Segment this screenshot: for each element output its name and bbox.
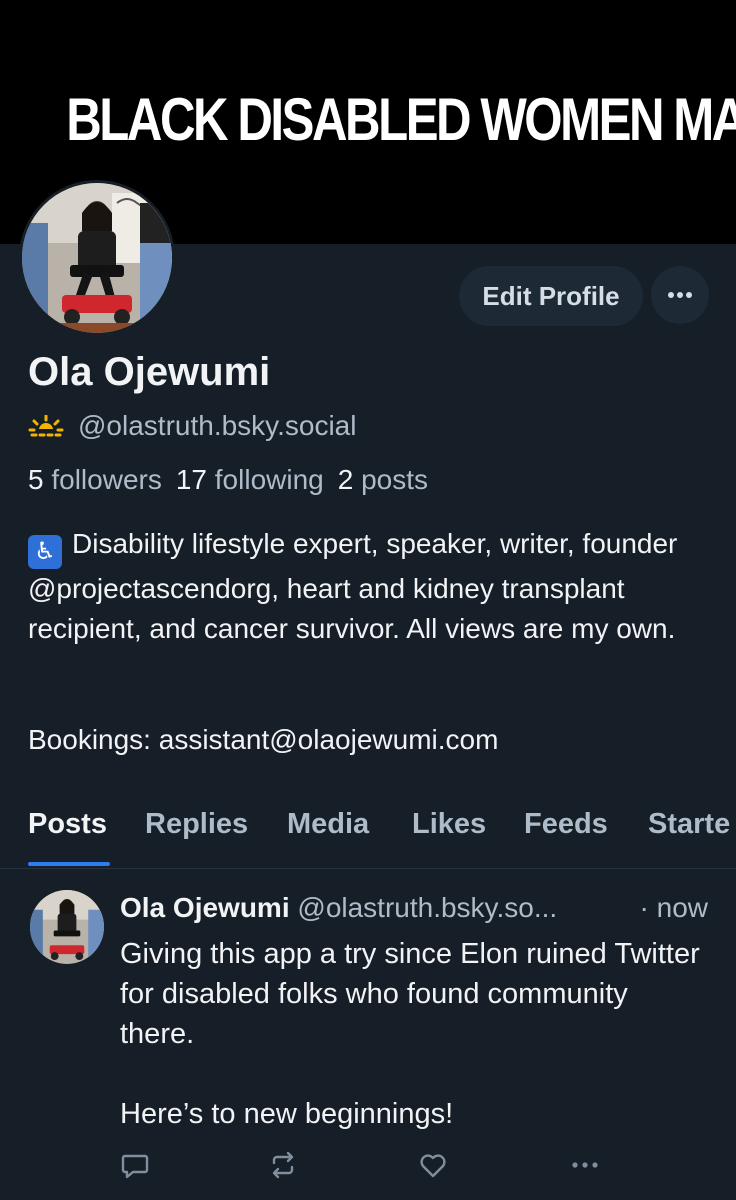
profile-tabs: Posts Replies Media Likes Feeds Starte — [0, 796, 736, 869]
tab-likes[interactable]: Likes — [412, 808, 486, 841]
sun-icon — [28, 415, 64, 437]
post-body[interactable]: Giving this app a try since Elon ruined … — [120, 934, 700, 1134]
display-name: Ola Ojewumi — [28, 350, 271, 394]
tab-media[interactable]: Media — [287, 808, 369, 841]
profile-handle[interactable]: @olastruth.bsky.social — [78, 410, 356, 442]
more-options-button[interactable] — [651, 266, 709, 324]
posts-count: 2 — [337, 464, 354, 495]
post-author-handle[interactable]: @olastruth.bsky.so... — [297, 892, 557, 923]
posts-label: posts — [361, 464, 429, 495]
profile-bio: ♿ Disability lifestyle expert, speaker, w… — [28, 524, 718, 649]
bio-text: Disability lifestyle expert, speaker, wr… — [28, 528, 678, 644]
like-icon[interactable] — [418, 1150, 448, 1180]
followers-stat[interactable]: 5 followers — [28, 464, 162, 495]
repost-icon[interactable] — [268, 1150, 298, 1180]
tab-posts[interactable]: Posts — [28, 808, 107, 841]
post-timestamp: · now — [639, 892, 708, 923]
post-header: Ola Ojewumi @olastruth.bsky.so... · now — [120, 892, 716, 924]
profile-avatar[interactable] — [19, 180, 175, 336]
post-author-avatar[interactable] — [30, 890, 104, 964]
bio-bookings: Bookings: assistant@olaojewumi.com — [28, 724, 499, 755]
following-stat[interactable]: 17 following — [176, 464, 324, 495]
banner-text: BLACK DISABLED WOMEN MATTER — [66, 86, 736, 153]
following-label: following — [214, 464, 324, 495]
tab-feeds[interactable]: Feeds — [524, 808, 608, 841]
followers-count: 5 — [28, 464, 44, 495]
following-count: 17 — [175, 464, 207, 495]
more-icon[interactable] — [570, 1150, 600, 1180]
post-author-name[interactable]: Ola Ojewumi — [120, 892, 290, 923]
active-tab-indicator — [28, 862, 110, 866]
post-text-paragraph: Giving this app a try since Elon ruined … — [120, 938, 700, 1050]
post-actions — [0, 1150, 736, 1180]
followers-label: followers — [51, 464, 162, 495]
post-avatar-photo — [30, 890, 104, 964]
handle-row: @olastruth.bsky.social — [28, 410, 356, 442]
profile-stats: 5 followers 17 following 2 posts — [28, 464, 428, 496]
avatar-photo — [22, 183, 172, 333]
posts-stat: 2 posts — [338, 464, 428, 495]
wheelchair-icon: ♿ — [28, 535, 62, 569]
ellipsis-icon — [668, 292, 692, 298]
reply-icon[interactable] — [120, 1150, 150, 1180]
tab-starter-packs[interactable]: Starte — [648, 808, 730, 841]
post-text-paragraph: Here’s to new beginnings! — [120, 1098, 454, 1130]
profile-screen: BLACK DISABLED WOMEN MATTER Edit Profile — [0, 0, 736, 1200]
edit-profile-button[interactable]: Edit Profile — [459, 266, 643, 326]
tab-replies[interactable]: Replies — [145, 808, 248, 841]
